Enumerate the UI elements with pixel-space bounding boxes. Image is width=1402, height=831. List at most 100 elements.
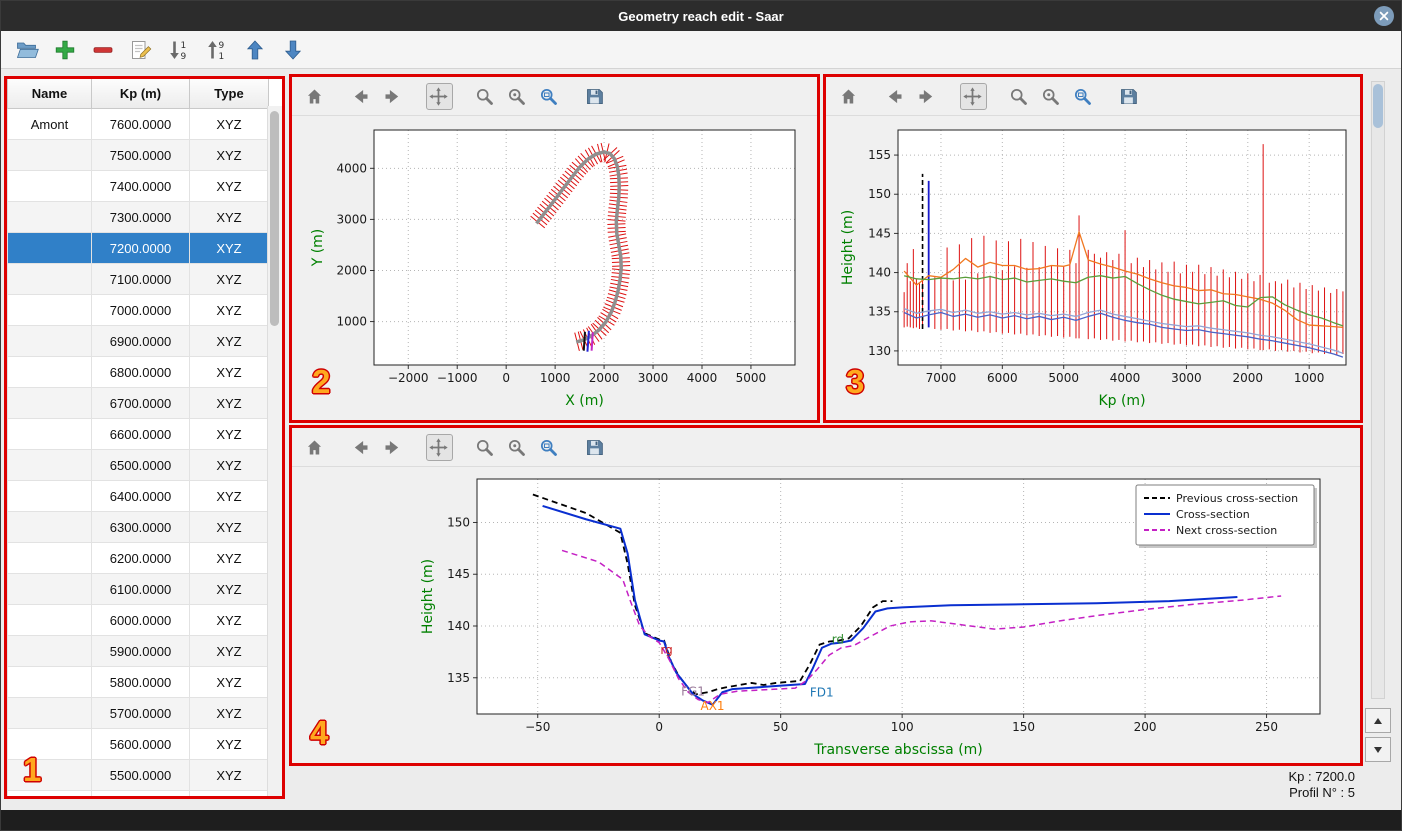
table-row[interactable]: 6500.0000 XYZ — [7, 449, 269, 481]
table-row[interactable]: 5500.0000 XYZ — [7, 759, 269, 791]
cell-name[interactable] — [7, 418, 92, 450]
table-row[interactable]: 7200.0000 XYZ — [7, 232, 269, 264]
move-up-button[interactable] — [241, 35, 271, 65]
cell-name[interactable] — [7, 790, 92, 796]
table-row[interactable]: 7500.0000 XYZ — [7, 139, 269, 171]
cell-kp[interactable]: 7300.0000 — [91, 201, 190, 233]
forward-button[interactable] — [380, 83, 407, 110]
cell-kp[interactable]: 7200.0000 — [91, 232, 190, 264]
cell-name[interactable] — [7, 294, 92, 326]
table-scrollbar[interactable] — [267, 106, 282, 796]
add-button[interactable] — [51, 35, 81, 65]
cell-type[interactable]: XYZ — [189, 666, 269, 698]
vertical-scrollbar[interactable] — [1371, 81, 1385, 699]
cell-kp[interactable]: 5500.0000 — [91, 759, 190, 791]
table-row[interactable]: 6000.0000 XYZ — [7, 604, 269, 636]
cell-name[interactable] — [7, 666, 92, 698]
column-header[interactable]: Name — [7, 79, 92, 109]
cell-name[interactable] — [7, 759, 92, 791]
table-row[interactable]: 5400.0000XYZ — [7, 790, 269, 796]
pan-button[interactable] — [960, 82, 987, 110]
table-row[interactable]: Amont 7600.0000 XYZ — [7, 108, 269, 140]
cell-kp[interactable]: 5700.0000 — [91, 697, 190, 729]
cell-type[interactable]: XYZ — [189, 573, 269, 605]
cross-section-chart[interactable]: −50 0 50 100 150 200 250 135 140 145 150 rg rd FD1 AX1… — [292, 467, 1360, 764]
cell-name[interactable] — [7, 387, 92, 419]
cell-type[interactable]: XYZ — [189, 325, 269, 357]
profile-down-button[interactable] — [1365, 737, 1391, 762]
cell-type[interactable]: XYZ — [189, 170, 269, 202]
cell-type[interactable]: XYZ — [189, 790, 269, 796]
cell-name[interactable] — [7, 511, 92, 543]
column-header[interactable]: Kp (m) — [91, 79, 190, 109]
cell-name[interactable] — [7, 232, 92, 264]
table-scrollbar-thumb[interactable] — [270, 111, 279, 326]
cell-type[interactable]: XYZ — [189, 697, 269, 729]
zoom-rect-button[interactable] — [536, 434, 563, 461]
save-button[interactable] — [582, 83, 609, 110]
plan-view-chart[interactable]: −2000 −1000 0 1000 2000 3000 4000 5000 1000 2000 3… — [292, 116, 817, 421]
cell-name[interactable] — [7, 697, 92, 729]
cell-type[interactable]: XYZ — [189, 263, 269, 295]
zoom-rect-button[interactable] — [1070, 83, 1097, 110]
back-button[interactable] — [348, 434, 375, 461]
table-row[interactable]: 7300.0000 XYZ — [7, 201, 269, 233]
edit-button[interactable] — [127, 35, 157, 65]
table-row[interactable]: 6700.0000 XYZ — [7, 387, 269, 419]
zoom-button[interactable] — [472, 83, 499, 110]
cell-name[interactable] — [7, 201, 92, 233]
zoom-config-button[interactable] — [504, 434, 531, 461]
cell-type[interactable]: XYZ — [189, 480, 269, 512]
close-button[interactable] — [1374, 6, 1394, 26]
table-row[interactable]: 7400.0000 XYZ — [7, 170, 269, 202]
cell-type[interactable]: XYZ — [189, 139, 269, 171]
cell-name[interactable] — [7, 542, 92, 574]
open-file-button[interactable] — [13, 35, 43, 65]
back-button[interactable] — [348, 83, 375, 110]
table-row[interactable]: 5900.0000 XYZ — [7, 635, 269, 667]
cell-kp[interactable]: 5900.0000 — [91, 635, 190, 667]
cell-name[interactable] — [7, 573, 92, 605]
zoom-button[interactable] — [472, 434, 499, 461]
table-row[interactable]: 6400.0000 XYZ — [7, 480, 269, 512]
forward-button[interactable] — [380, 434, 407, 461]
cell-kp[interactable]: 6100.0000 — [91, 573, 190, 605]
home-button[interactable] — [302, 434, 329, 461]
forward-button[interactable] — [914, 83, 941, 110]
profile-up-button[interactable] — [1365, 708, 1391, 733]
cell-type[interactable]: XYZ — [189, 449, 269, 481]
home-button[interactable] — [302, 83, 329, 110]
cell-kp[interactable]: 5800.0000 — [91, 666, 190, 698]
cell-kp[interactable]: 6600.0000 — [91, 418, 190, 450]
zoom-config-button[interactable] — [504, 83, 531, 110]
cell-kp[interactable]: 7000.0000 — [91, 294, 190, 326]
cell-kp[interactable]: 6700.0000 — [91, 387, 190, 419]
cell-kp[interactable]: 6400.0000 — [91, 480, 190, 512]
move-down-button[interactable] — [279, 35, 309, 65]
cell-type[interactable]: XYZ — [189, 232, 269, 264]
table-row[interactable]: 6200.0000 XYZ — [7, 542, 269, 574]
cell-kp[interactable]: 6300.0000 — [91, 511, 190, 543]
table-row[interactable]: 5600.0000 XYZ — [7, 728, 269, 760]
cell-name[interactable] — [7, 449, 92, 481]
table-row[interactable]: 7100.0000 XYZ — [7, 263, 269, 295]
cell-kp[interactable]: 7500.0000 — [91, 139, 190, 171]
cell-type[interactable]: XYZ — [189, 728, 269, 760]
cell-name[interactable]: Amont — [7, 108, 92, 140]
longitudinal-profile-chart[interactable]: 7000 6000 5000 4000 3000 2000 1000 130 135 140 145… — [826, 116, 1360, 421]
remove-button[interactable] — [89, 35, 119, 65]
home-button[interactable] — [836, 83, 863, 110]
cell-type[interactable]: XYZ — [189, 542, 269, 574]
cell-type[interactable]: XYZ — [189, 108, 269, 140]
pan-button[interactable] — [426, 433, 453, 461]
back-button[interactable] — [882, 83, 909, 110]
table-row[interactable]: 5800.0000 XYZ — [7, 666, 269, 698]
cell-name[interactable] — [7, 170, 92, 202]
cell-type[interactable]: XYZ — [189, 604, 269, 636]
cell-kp[interactable]: 5400.0000 — [91, 790, 190, 796]
table-row[interactable]: 7000.0000 XYZ — [7, 294, 269, 326]
cell-type[interactable]: XYZ — [189, 418, 269, 450]
cell-kp[interactable]: 7400.0000 — [91, 170, 190, 202]
cell-type[interactable]: XYZ — [189, 201, 269, 233]
cell-type[interactable]: XYZ — [189, 356, 269, 388]
